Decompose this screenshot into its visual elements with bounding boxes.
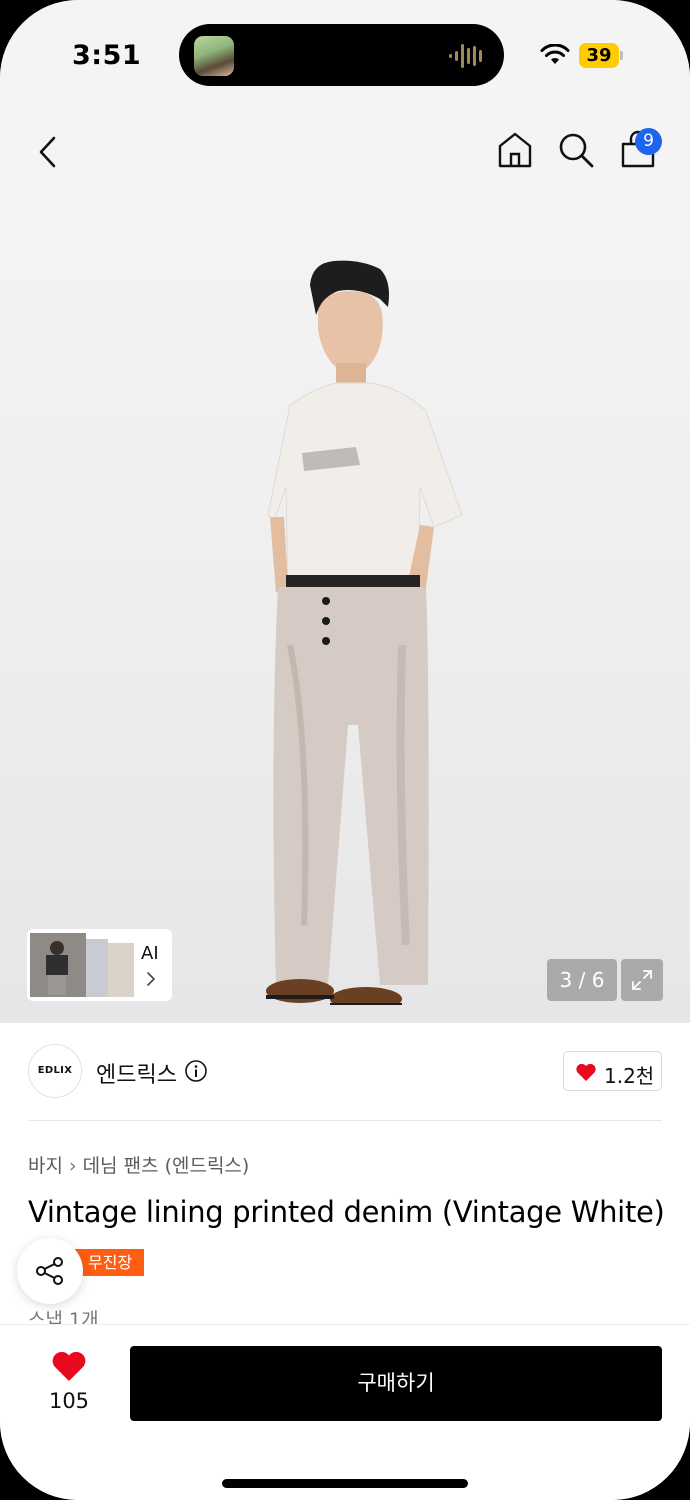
breadcrumb-subcategory[interactable]: 데님 팬츠 (엔드릭스) <box>83 1155 250 1177</box>
brand-like-button[interactable]: 1.2천 <box>563 1051 662 1091</box>
expand-icon <box>632 970 652 990</box>
breadcrumb-category[interactable]: 바지 <box>28 1155 63 1177</box>
status-time: 3:51 <box>72 40 142 71</box>
top-navigation <box>0 92 690 202</box>
bottom-action-bar: 105 구매하기 <box>0 1324 690 1500</box>
chevron-right-icon <box>147 972 156 986</box>
share-button[interactable] <box>17 1238 83 1304</box>
brand-like-count: 1.2천 <box>604 1064 655 1088</box>
cart-count-badge: 9 <box>635 128 662 155</box>
dynamic-island[interactable] <box>179 24 504 86</box>
brand-logo[interactable]: EDLIX <box>28 1044 82 1098</box>
battery-icon: 39 <box>579 43 619 68</box>
wishlist-count: 105 <box>48 1389 90 1413</box>
product-title: Vintage lining printed denim (Vintage Wh… <box>28 1195 665 1229</box>
status-bar: 3:51 39 <box>0 0 690 92</box>
wifi-icon <box>540 44 570 64</box>
ai-styling-thumbnail <box>30 933 134 997</box>
phone-screen: 3:51 39 9 AI 3 / 6 EDLIX 엔드릭스 1.2천 바지 › … <box>0 0 690 1500</box>
heart-icon[interactable] <box>51 1350 87 1382</box>
now-playing-artwork <box>194 36 234 76</box>
search-icon[interactable] <box>557 130 595 170</box>
buy-button[interactable]: 구매하기 <box>130 1346 662 1421</box>
product-photo <box>266 260 463 1005</box>
chevron-right-icon: › <box>68 1155 77 1177</box>
product-image-gallery[interactable]: AI 3 / 6 <box>0 195 690 1023</box>
chevron-left-icon[interactable] <box>32 132 66 172</box>
ai-styling-card[interactable]: AI <box>27 929 172 1001</box>
heart-icon <box>576 1063 596 1081</box>
expand-image-button[interactable] <box>621 959 663 1001</box>
share-icon <box>36 1257 63 1285</box>
image-page-indicator: 3 / 6 <box>547 959 617 1001</box>
divider <box>28 1120 662 1121</box>
ai-label: AI <box>141 943 159 964</box>
home-indicator[interactable] <box>222 1479 468 1488</box>
audio-wave-icon <box>449 44 482 68</box>
info-icon[interactable] <box>184 1059 208 1083</box>
breadcrumb: 바지 › 데님 팬츠 (엔드릭스) <box>28 1151 249 1178</box>
brand-name[interactable]: 엔드릭스 <box>96 1057 177 1089</box>
battery-nub <box>620 51 623 60</box>
home-icon[interactable] <box>496 130 534 170</box>
